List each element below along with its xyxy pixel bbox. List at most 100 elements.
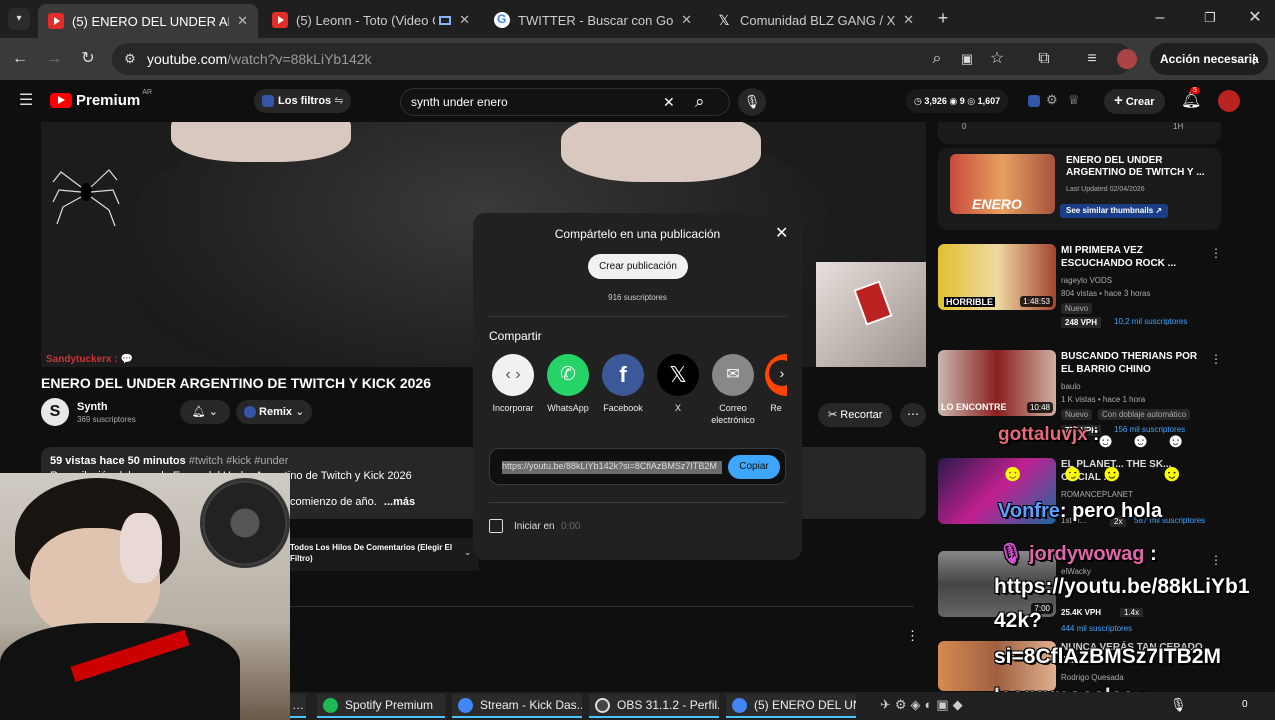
comments-sort[interactable]: Todos Los Hilos De Comentarios (Elegir E… bbox=[284, 538, 479, 571]
taskbar-stream-kick[interactable]: Stream - Kick Das... bbox=[452, 694, 582, 718]
divider bbox=[489, 502, 786, 503]
close-tab-icon[interactable]: ✕ bbox=[681, 12, 692, 28]
install-app-icon[interactable]: ▣ bbox=[957, 49, 977, 69]
profile-avatar[interactable] bbox=[1117, 49, 1137, 69]
start-at-checkbox[interactable] bbox=[489, 519, 503, 533]
chrome-icon bbox=[458, 698, 473, 713]
tab-list-dropdown[interactable]: ▾ bbox=[8, 8, 30, 30]
filters-button[interactable]: Los filtros ⇋ bbox=[254, 89, 352, 113]
restore-icon[interactable]: ❐ bbox=[1200, 8, 1220, 28]
url-text[interactable]: youtube.com/watch?v=88kLiYb142k bbox=[147, 51, 372, 67]
taskbar-overflow[interactable]: … bbox=[290, 694, 306, 718]
video-thumbnail[interactable]: LO ENCONTRE 10:48 bbox=[938, 350, 1056, 416]
scroll-right-button[interactable]: › bbox=[769, 360, 795, 386]
chat-message: si=8CflAzBMSz7ITB2M bbox=[994, 645, 1221, 668]
featured-thumbnail[interactable]: ENERO bbox=[950, 154, 1055, 214]
search-box[interactable]: synth under enero ✕ ⌕ bbox=[400, 88, 730, 116]
close-tab-icon[interactable]: ✕ bbox=[459, 12, 470, 28]
chat-message: Vonfre: pero hola bbox=[998, 500, 1163, 522]
taskbar-spotify[interactable]: Spotify Premium bbox=[317, 694, 445, 718]
youtube-header: ☰ Premium AR Los filtros ⇋ synth under e… bbox=[0, 80, 1275, 122]
voice-search-button[interactable]: 🎙 bbox=[738, 88, 766, 116]
extension-icon[interactable] bbox=[1028, 95, 1040, 107]
close-tab-icon[interactable]: ✕ bbox=[237, 13, 248, 29]
share-email[interactable]: ✉ Correo electrónico bbox=[711, 354, 755, 426]
taskbar-obs[interactable]: OBS 31.1.2 - Perfil... bbox=[589, 694, 719, 718]
clip-button[interactable]: ✂ Recortar bbox=[818, 403, 893, 427]
search-input[interactable]: synth under enero bbox=[411, 95, 508, 109]
new-tab-icon[interactable]: + bbox=[933, 8, 953, 28]
fan-graphic bbox=[200, 478, 290, 568]
media-queue-icon[interactable]: ≡ bbox=[1082, 49, 1102, 69]
featured-card[interactable]: ENERO ENERO DEL UNDER ARGENTINO DE TWITC… bbox=[938, 148, 1221, 230]
search-icon[interactable]: ⌕ bbox=[695, 92, 705, 112]
comment-menu-icon[interactable]: ⋮ bbox=[906, 628, 919, 644]
zoom-icon[interactable]: ⌕ bbox=[927, 49, 947, 69]
remix-button[interactable]: Remix ⌄ bbox=[235, 400, 313, 424]
back-icon[interactable]: ← bbox=[10, 49, 30, 69]
action-required-button[interactable]: Acción necesaria ⋮ bbox=[1150, 43, 1268, 75]
clear-search-icon[interactable]: ✕ bbox=[663, 94, 675, 111]
video-menu-icon[interactable]: ⋮ bbox=[1210, 246, 1222, 260]
tab-twitter-google[interactable]: TWITTER - Buscar con Google ✕ bbox=[484, 6, 702, 34]
share-embed[interactable]: ‹ › Incorporar bbox=[491, 354, 535, 414]
youtube-logo[interactable]: Premium AR bbox=[50, 89, 152, 109]
mail-icon: ✉ bbox=[712, 354, 754, 396]
subscribe-bell-button[interactable]: 🔔︎ ⌄ bbox=[179, 400, 230, 424]
create-post-button[interactable]: Crear publicación bbox=[588, 254, 688, 279]
emote-group: ☻☻☻ bbox=[1095, 430, 1201, 452]
overlay-username: Sandytuckerx bbox=[46, 354, 112, 365]
reload-icon[interactable]: ↻ bbox=[78, 49, 98, 69]
new-badge: Nuevo bbox=[1061, 303, 1093, 314]
extensions-icon[interactable]: ⧉ bbox=[1034, 49, 1054, 69]
close-icon[interactable]: ✕ bbox=[775, 223, 788, 243]
video-menu-icon[interactable]: ⋮ bbox=[1210, 553, 1222, 567]
video-menu-icon[interactable]: ⋮ bbox=[1210, 352, 1222, 366]
sidebar-graph-card: 0 1H bbox=[938, 122, 1221, 144]
tab-comunidad-blz[interactable]: 𝕏 Comunidad BLZ GANG / X ✕ bbox=[706, 6, 924, 34]
minimize-icon[interactable]: – bbox=[1150, 8, 1170, 28]
see-similar-thumbnails-button[interactable]: See similar thumbnails ↗ bbox=[1060, 204, 1169, 218]
account-avatar[interactable] bbox=[1218, 90, 1240, 112]
tab-enero-del-under[interactable]: (5) ENERO DEL UNDER ARGENT ✕ bbox=[38, 4, 258, 38]
tab-leonn-toto[interactable]: (5) Leonn - Toto (Video Ofic ✕ bbox=[262, 6, 480, 34]
embed-icon: ‹ › bbox=[492, 354, 534, 396]
browser-toolbar: ← → ↻ ⚙ youtube.com/watch?v=88kLiYb142k … bbox=[0, 38, 1275, 80]
trophy-icon[interactable]: ♕ bbox=[1068, 92, 1080, 108]
menu-hamburger-icon[interactable]: ☰ bbox=[16, 91, 36, 111]
site-info-icon[interactable]: ⚙ bbox=[120, 49, 140, 69]
share-whatsapp[interactable]: ✆ WhatsApp bbox=[546, 354, 590, 414]
dialog-title: Compártelo en una publicación bbox=[554, 227, 721, 241]
bookmark-star-icon[interactable]: ☆ bbox=[987, 49, 1007, 69]
share-link-input[interactable]: https://youtu.be/88kLiYb142k?si=8CflAzBM… bbox=[502, 461, 722, 474]
close-tab-icon[interactable]: ✕ bbox=[903, 12, 914, 28]
show-more-link[interactable]: ...más bbox=[384, 496, 415, 508]
x-icon: 𝕏 bbox=[657, 354, 699, 396]
remix-icon bbox=[243, 406, 256, 419]
spotify-icon bbox=[323, 698, 338, 713]
divider bbox=[284, 606, 914, 607]
close-window-icon[interactable]: ✕ bbox=[1245, 8, 1265, 28]
scissors-icon: ✂ bbox=[828, 409, 838, 421]
video-thumbnail[interactable]: HORRIBLE 1:48:53 bbox=[938, 244, 1056, 310]
chat-message: 42k? bbox=[994, 609, 1042, 632]
copy-button[interactable]: Copiar bbox=[728, 455, 780, 479]
volume-icon[interactable]: 🎙 bbox=[1170, 697, 1187, 713]
youtube-icon bbox=[48, 13, 64, 29]
youtube-icon bbox=[272, 12, 288, 28]
start-at-time: 0:00 bbox=[561, 521, 581, 532]
taskbar-youtube-chrome[interactable]: (5) ENERO DEL UN... bbox=[726, 694, 856, 718]
subscriber-count: 369 suscriptores bbox=[77, 414, 136, 424]
chrome-icon bbox=[732, 698, 747, 713]
share-facebook[interactable]: f Facebook bbox=[601, 354, 645, 414]
address-bar[interactable]: ⚙ youtube.com/watch?v=88kLiYb142k ⌕ ▣ ☆ bbox=[112, 43, 1132, 75]
subscriber-count: 916 suscriptores bbox=[608, 293, 667, 302]
forward-icon[interactable]: → bbox=[44, 49, 64, 69]
settings-gear-icon[interactable]: ⚙ bbox=[1046, 92, 1058, 108]
channel-avatar[interactable]: S bbox=[41, 398, 69, 426]
create-button[interactable]: + Crear bbox=[1104, 89, 1165, 114]
system-tray-icons[interactable]: ✈⚙◈◐▣◆ bbox=[880, 697, 967, 713]
channel-name[interactable]: Synth bbox=[77, 401, 136, 413]
share-x[interactable]: 𝕏 X bbox=[656, 354, 700, 414]
more-actions-button[interactable]: ⋯ bbox=[900, 403, 926, 427]
